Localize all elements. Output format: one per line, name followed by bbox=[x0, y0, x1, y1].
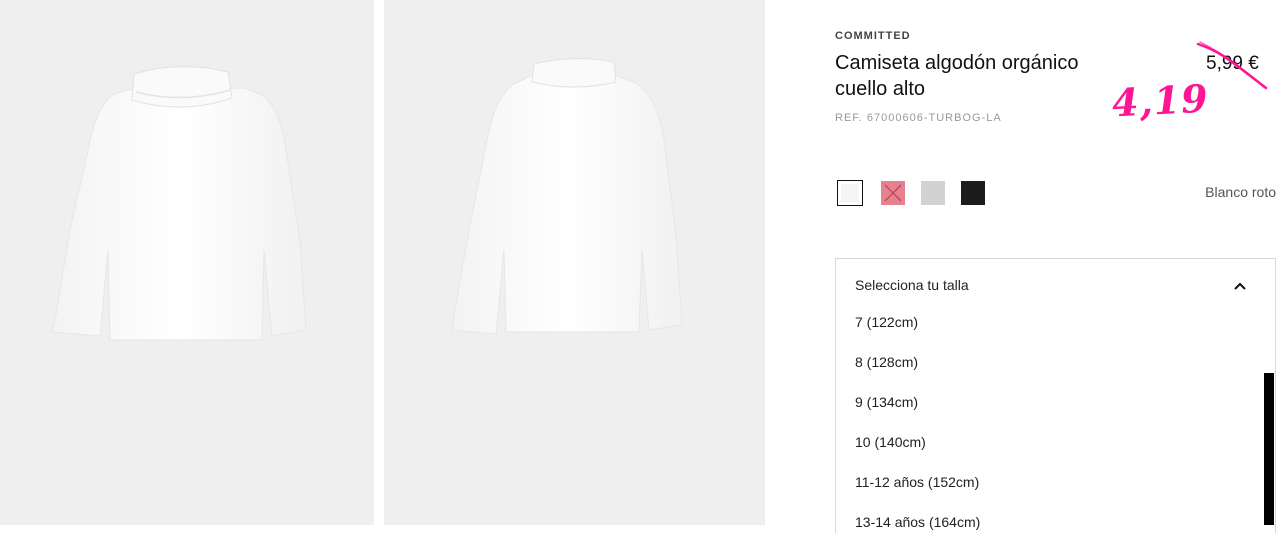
size-option-11-12[interactable]: 11-12 años (152cm) bbox=[836, 471, 1275, 511]
size-dropdown-toggle[interactable]: Selecciona tu talla bbox=[836, 259, 1275, 311]
product-image-front[interactable] bbox=[0, 0, 374, 525]
product-image-back[interactable] bbox=[384, 0, 765, 525]
color-swatch-rosa[interactable] bbox=[880, 180, 906, 206]
sale-price: 4,19 bbox=[1110, 75, 1210, 126]
cross-icon bbox=[884, 184, 902, 202]
size-dropdown[interactable]: Selecciona tu talla 7 (122cm) 8 (128cm) … bbox=[835, 258, 1276, 533]
color-swatch-negro[interactable] bbox=[960, 180, 986, 206]
size-dropdown-label: Selecciona tu talla bbox=[855, 277, 969, 293]
swatch-color-fill bbox=[841, 184, 859, 202]
color-swatch-blanco-roto[interactable] bbox=[837, 180, 863, 206]
product-reference: REF. 67000606-TURBOG-LA bbox=[835, 112, 1002, 124]
chevron-up-icon bbox=[1234, 282, 1246, 290]
size-option-13-14[interactable]: 13-14 años (164cm) bbox=[836, 511, 1275, 533]
selected-color-name: Blanco roto bbox=[1205, 184, 1276, 200]
color-swatch-gris[interactable] bbox=[920, 180, 946, 206]
turtleneck-front-illustration bbox=[51, 66, 307, 341]
size-options-list[interactable]: 7 (122cm) 8 (128cm) 9 (134cm) 10 (140cm)… bbox=[836, 311, 1275, 533]
size-option-10[interactable]: 10 (140cm) bbox=[836, 431, 1275, 471]
swatch-color-fill bbox=[921, 181, 945, 205]
scrollbar-thumb[interactable] bbox=[1264, 373, 1274, 525]
turtleneck-back-illustration bbox=[451, 57, 683, 335]
size-option-8[interactable]: 8 (128cm) bbox=[836, 351, 1275, 391]
size-option-7[interactable]: 7 (122cm) bbox=[836, 311, 1275, 351]
brand-label: COMMITTED bbox=[835, 30, 911, 42]
size-option-9[interactable]: 9 (134cm) bbox=[836, 391, 1275, 431]
product-title: Camiseta algodón orgánico cuello alto bbox=[835, 52, 1079, 100]
swatch-color-fill bbox=[961, 181, 985, 205]
